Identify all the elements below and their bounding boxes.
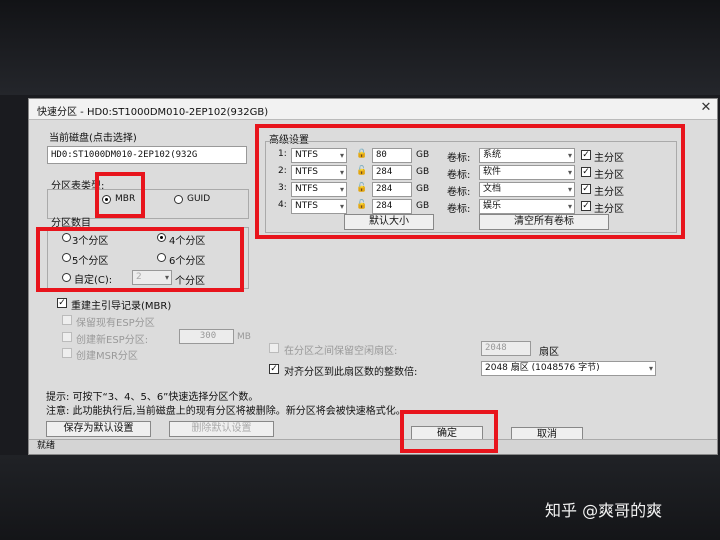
esp-unit-label: MB: [237, 332, 251, 342]
highlight-advanced-settings: [255, 124, 685, 239]
current-disk-selector[interactable]: HD0:ST1000DM010-2EP102(932G: [47, 146, 247, 164]
close-icon[interactable]: ✕: [699, 101, 713, 115]
status-text: 就绪: [37, 441, 56, 451]
highlight-mbr: [95, 172, 145, 218]
monitor-bezel-top: [0, 0, 720, 95]
delete-default-button[interactable]: 删除默认设置: [169, 421, 274, 437]
create-esp-label: 创建新ESP分区:: [76, 335, 149, 346]
highlight-ok-button: [400, 410, 498, 453]
title-bar: 快速分区 - HD0:ST1000DM010-2EP102(932GB) ✕: [29, 99, 717, 120]
status-bar: 就绪: [29, 439, 717, 454]
highlight-partition-count: [36, 227, 244, 292]
align-partitions-label: 对齐分区到此扇区数的整数倍:: [284, 367, 418, 378]
create-esp-checkbox[interactable]: [62, 332, 72, 342]
current-disk-label: 当前磁盘(点击选择): [49, 133, 137, 144]
reserve-sectors-checkbox[interactable]: [269, 343, 279, 353]
tip-text: 提示: 可按下“3、4、5、6”快速选择分区个数。: [46, 392, 259, 403]
alignment-select[interactable]: 2048 扇区 (1048576 字节) ▾: [481, 361, 656, 376]
reserve-unit-label: 扇区: [539, 347, 559, 358]
create-msr-label: 创建MSR分区: [76, 351, 138, 362]
reserve-sectors-label: 在分区之间保留空闲扇区:: [284, 346, 398, 357]
warning-text: 注意: 此功能执行后,当前磁盘上的现有分区将被删除。新分区将会被快速格式化。: [46, 406, 406, 417]
guid-radio[interactable]: [174, 195, 183, 204]
watermark-text: 知乎 @爽哥的爽: [545, 501, 663, 520]
esp-size-input[interactable]: 300: [179, 329, 234, 344]
rebuild-mbr-checkbox[interactable]: ✓: [57, 298, 67, 308]
align-partitions-checkbox[interactable]: ✓: [269, 364, 279, 374]
window-title: 快速分区 - HD0:ST1000DM010-2EP102(932GB): [37, 107, 269, 118]
rebuild-mbr-label: 重建主引导记录(MBR): [71, 301, 172, 312]
reserve-sectors-input[interactable]: 2048: [481, 341, 531, 356]
keep-esp-checkbox[interactable]: [62, 315, 72, 325]
save-default-button[interactable]: 保存为默认设置: [46, 421, 151, 437]
alignment-value: 2048 扇区 (1048576 字节): [485, 363, 600, 373]
guid-label: GUID: [187, 194, 211, 204]
chevron-down-icon: ▾: [648, 364, 653, 373]
keep-esp-label: 保留现有ESP分区: [76, 318, 155, 329]
create-msr-checkbox[interactable]: [62, 348, 72, 358]
